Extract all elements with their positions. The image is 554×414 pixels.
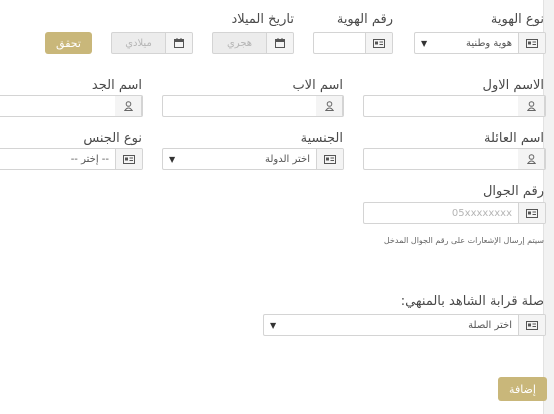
mobile-hint: سيتم إرسال الإشعارات على رقم الجوال المد… bbox=[383, 236, 544, 245]
hijri-date-input[interactable]: هجري bbox=[212, 32, 294, 54]
id-type-label: نوع الهوية bbox=[490, 12, 544, 27]
verify-button[interactable]: تحقق bbox=[45, 32, 92, 54]
gender-select[interactable]: -- إختر -- bbox=[0, 148, 143, 170]
id-card-icon bbox=[518, 315, 545, 335]
father-name-input[interactable] bbox=[162, 95, 344, 117]
mobile-placeholder: 05xxxxxxxx bbox=[451, 207, 512, 219]
user-icon bbox=[115, 96, 142, 116]
family-name-label: اسم العائلة bbox=[484, 131, 544, 146]
calendar-icon bbox=[266, 33, 293, 53]
user-icon bbox=[518, 96, 545, 116]
first-name-value bbox=[364, 96, 518, 116]
add-button[interactable]: إضافة bbox=[498, 377, 547, 401]
id-type-select[interactable]: هوية وطنية ▼ bbox=[414, 32, 546, 54]
id-card-icon bbox=[365, 33, 392, 53]
gender-placeholder: -- إختر -- bbox=[70, 153, 109, 165]
user-icon bbox=[316, 96, 343, 116]
id-number-input[interactable] bbox=[313, 32, 393, 54]
hijri-date-placeholder: هجري bbox=[226, 37, 253, 49]
relation-label: صلة قرابة الشاهد بالمنهي: bbox=[400, 294, 544, 309]
id-card-icon bbox=[518, 33, 545, 53]
id-number-value bbox=[314, 33, 365, 53]
family-name-value bbox=[364, 149, 518, 169]
father-name-label: اسم الاب bbox=[292, 78, 343, 93]
gregorian-date-placeholder: ميلادي bbox=[125, 37, 152, 49]
mobile-input[interactable]: 05xxxxxxxx bbox=[363, 202, 546, 224]
dropdown-caret-icon: ▼ bbox=[421, 38, 428, 48]
id-type-value: هوية وطنية bbox=[466, 37, 512, 49]
calendar-icon bbox=[165, 33, 192, 53]
first-name-label: الاسم الاول bbox=[482, 78, 544, 93]
nationality-label: الجنسية bbox=[300, 131, 343, 146]
relation-placeholder: اختر الصلة bbox=[468, 319, 512, 331]
birth-date-label: تاريخ الميلاد bbox=[231, 12, 294, 27]
gregorian-date-input[interactable]: ميلادي bbox=[111, 32, 193, 54]
nationality-placeholder: اختر الدولة bbox=[265, 153, 310, 165]
grandfather-name-input[interactable] bbox=[0, 95, 143, 117]
grandfather-name-label: اسم الجد bbox=[91, 78, 142, 93]
relation-select[interactable]: اختر الصلة ▼ bbox=[263, 314, 546, 336]
id-card-icon bbox=[518, 203, 545, 223]
first-name-input[interactable] bbox=[363, 95, 546, 117]
id-number-label: رقم الهوية bbox=[336, 12, 393, 27]
dropdown-caret-icon: ▼ bbox=[270, 320, 277, 330]
id-card-icon bbox=[316, 149, 343, 169]
father-name-value bbox=[163, 96, 316, 116]
id-card-icon bbox=[115, 149, 142, 169]
nationality-select[interactable]: اختر الدولة ▼ bbox=[162, 148, 344, 170]
user-icon bbox=[518, 149, 545, 169]
grandfather-name-value bbox=[0, 96, 115, 116]
gender-label: نوع الجنس bbox=[83, 131, 142, 146]
dropdown-caret-icon: ▼ bbox=[169, 154, 176, 164]
mobile-label: رقم الجوال bbox=[482, 184, 544, 199]
family-name-input[interactable] bbox=[363, 148, 546, 170]
